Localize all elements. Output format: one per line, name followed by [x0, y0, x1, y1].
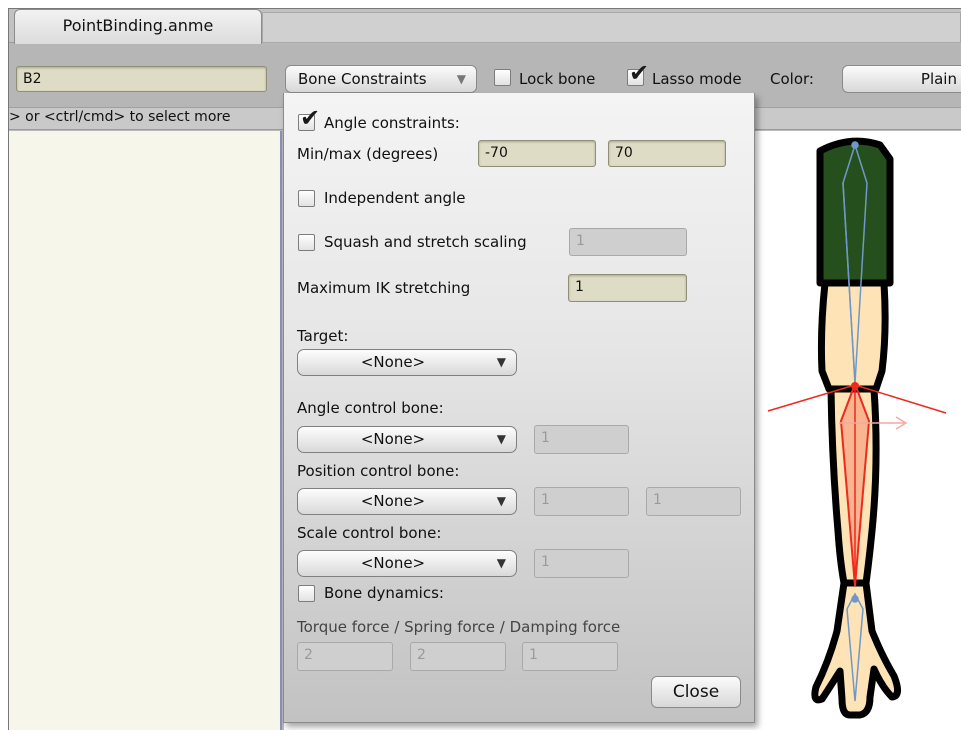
forces-label: Torque force / Spring force / Damping fo…: [297, 618, 621, 636]
lock-bone-checkbox[interactable]: [494, 69, 511, 86]
angle-control-label: Angle control bone:: [297, 399, 444, 417]
min-angle-field[interactable]: -70: [478, 140, 596, 167]
layers-panel[interactable]: [9, 131, 282, 730]
torque-force-field: 2: [297, 642, 393, 671]
color-button[interactable]: Plain: [842, 65, 961, 93]
position-control-select-value: <None>: [360, 492, 426, 510]
chevron-down-icon: ▼: [496, 432, 506, 446]
scale-control-select[interactable]: <None> ▼: [297, 550, 517, 577]
max-ik-label: Maximum IK stretching: [297, 279, 471, 297]
mode-dropdown[interactable]: Bone Constraints ▼: [285, 65, 477, 93]
checkmark-icon: ✔: [300, 104, 321, 132]
scale-control-label: Scale control bone:: [297, 524, 442, 542]
bone-dynamics-label: Bone dynamics:: [324, 584, 444, 602]
chevron-down-icon: ▼: [496, 556, 506, 570]
position-control-select[interactable]: <None> ▼: [297, 488, 517, 515]
angle-constraints-label: Angle constraints:: [324, 114, 460, 132]
color-label: Color:: [770, 70, 814, 88]
tab-document[interactable]: PointBinding.anme: [14, 9, 262, 44]
bone-b2-selected: [767, 381, 947, 587]
independent-angle-checkbox[interactable]: [298, 190, 315, 207]
independent-angle-label: Independent angle: [324, 189, 466, 207]
damping-force-field: 1: [522, 642, 618, 671]
selection-hint: > or <ctrl/cmd> to select more: [9, 109, 231, 125]
lasso-mode-checkbox[interactable]: ✔: [627, 61, 649, 86]
lock-bone-label: Lock bone: [519, 70, 596, 88]
target-select-value: <None>: [360, 353, 426, 371]
chevron-down-icon: ▼: [496, 355, 506, 369]
position-control-x-field: 1: [534, 487, 629, 516]
max-ik-field[interactable]: 1: [568, 274, 687, 302]
scale-control-field: 1: [534, 549, 629, 578]
bone-dynamics-checkbox[interactable]: [298, 585, 315, 602]
position-control-label: Position control bone:: [297, 462, 460, 480]
squash-stretch-label: Squash and stretch scaling: [324, 233, 527, 251]
chevron-down-icon: ▼: [496, 494, 506, 508]
position-control-y-field: 1: [646, 487, 741, 516]
minmax-label: Min/max (degrees): [297, 145, 439, 163]
checkmark-icon: ✔: [629, 59, 650, 87]
lasso-mode-label: Lasso mode: [652, 70, 742, 88]
tab-bar-empty-area: [262, 12, 961, 43]
bone-name-field[interactable]: B2: [16, 66, 267, 92]
max-angle-field[interactable]: 70: [608, 140, 726, 167]
angle-constraints-checkbox[interactable]: ✔: [298, 106, 320, 131]
squash-stretch-checkbox[interactable]: [298, 234, 315, 251]
angle-control-select-value: <None>: [360, 430, 426, 448]
close-button[interactable]: Close: [651, 676, 741, 708]
spring-force-field: 2: [410, 642, 506, 671]
target-select[interactable]: <None> ▼: [297, 349, 517, 376]
target-label: Target:: [297, 327, 349, 345]
angle-control-select[interactable]: <None> ▼: [297, 426, 517, 453]
chevron-down-icon: ▼: [456, 72, 466, 86]
bone-constraints-popup: ✔ Angle constraints: Min/max (degrees) -…: [283, 93, 755, 723]
mode-dropdown-label: Bone Constraints: [298, 70, 427, 88]
squash-stretch-field: 1: [569, 228, 687, 256]
angle-control-field: 1: [534, 425, 629, 454]
scale-control-select-value: <None>: [360, 554, 426, 572]
